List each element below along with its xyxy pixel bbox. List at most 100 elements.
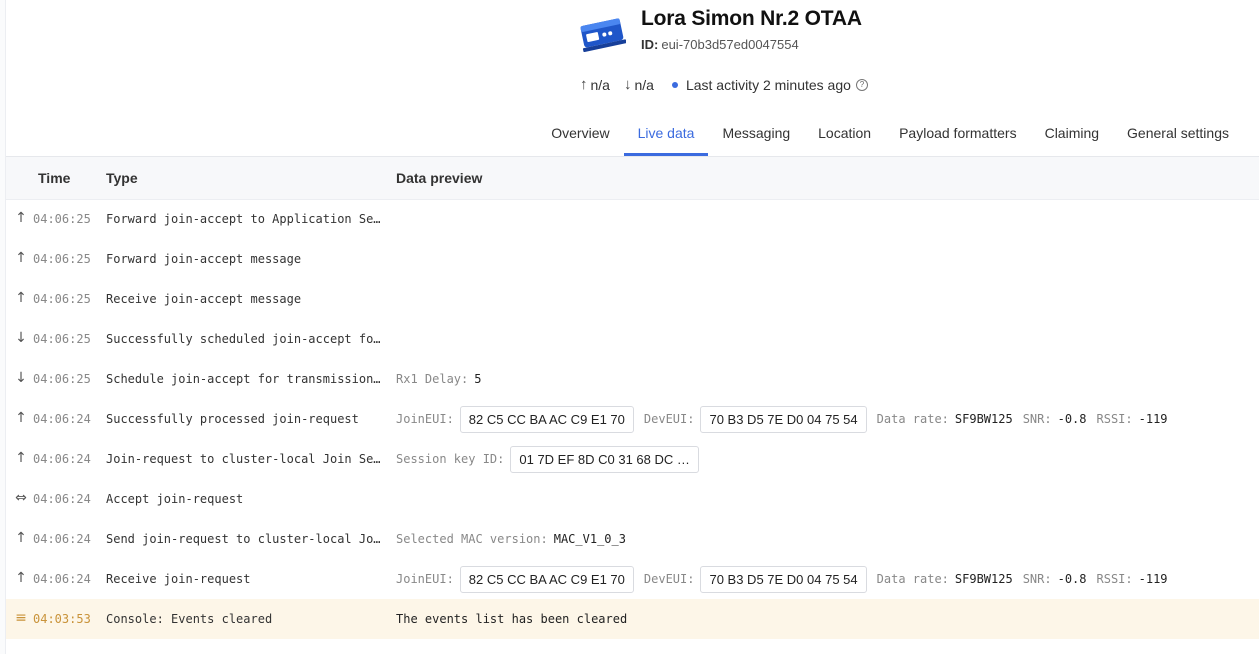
event-type: Receive join-request (106, 572, 251, 586)
event-type: Console: Events cleared (106, 612, 273, 626)
data-rate-value: SF9BW125 (954, 412, 1013, 426)
event-time: 04:06:24 (33, 492, 91, 506)
device-tabs: Overview Live data Messaging Location Pa… (537, 120, 1243, 156)
mac-version-label: Selected MAC version: (396, 532, 548, 546)
data-rate-label: Data rate: (876, 572, 949, 586)
data-rate-value: SF9BW125 (954, 572, 1013, 586)
column-data-preview[interactable]: Data preview (396, 170, 482, 186)
device-id-value: eui-70b3d57ed0047554 (661, 37, 799, 52)
rx1-delay-label: Rx1 Delay: (396, 372, 469, 386)
event-row[interactable]: ↑ 04:06:25 Forward join-accept to Applicat… (6, 199, 1259, 239)
up-arrow-icon: ↑ (15, 570, 27, 586)
tab-overview[interactable]: Overview (537, 120, 623, 156)
event-row[interactable]: ↓ 04:06:25 Schedule join-accept for transm… (6, 359, 1259, 399)
joineui-field[interactable]: 82 C5 CC BA AC C9 E1 70 (459, 405, 634, 433)
snr-label: SNR: (1022, 412, 1052, 426)
device-id-label: ID: (641, 37, 659, 52)
tab-claiming[interactable]: Claiming (1031, 120, 1113, 156)
rssi-value: -119 (1138, 412, 1168, 426)
data-rate-label: Data rate: (876, 412, 949, 426)
event-row[interactable]: ↑ 04:06:24 Send join-request to cluster-lo… (6, 519, 1259, 559)
event-data-preview: The events list has been cleared (396, 605, 637, 633)
event-time: 04:06:24 (33, 412, 91, 426)
up-arrow-icon: ↑ (15, 250, 27, 266)
up-arrow-icon: ↑ (15, 530, 27, 546)
events-list: ↑ 04:06:25 Forward join-accept to Applicat… (6, 199, 1259, 639)
event-data-preview: JoinEUI: 82 C5 CC BA AC C9 E1 70 DevEUI: 70… (396, 405, 1178, 433)
snr-value: -0.8 (1057, 572, 1087, 586)
rssi-value: -119 (1138, 572, 1168, 586)
event-time: 04:06:25 (33, 252, 91, 266)
event-data-preview: JoinEUI: 82 C5 CC BA AC C9 E1 70 DevEUI: 70… (396, 565, 1178, 593)
uplink-count: n/a (590, 76, 610, 93)
column-time[interactable]: Time (38, 170, 70, 186)
device-id: ID: eui-70b3d57ed0047554 (641, 37, 799, 52)
event-time: 04:06:25 (33, 292, 91, 306)
deveui-label: DevEUI: (643, 572, 695, 586)
event-row[interactable]: ↑ 04:06:24 Successfully processed join-req… (6, 399, 1259, 439)
up-arrow-icon: ↑ (580, 76, 588, 93)
link-icon: ⇔ (15, 490, 27, 506)
event-time: 04:06:24 (33, 452, 91, 466)
event-row[interactable]: ↑ 04:06:24 Join-request to cluster-local J… (6, 439, 1259, 479)
snr-value: -0.8 (1057, 412, 1087, 426)
event-row[interactable]: ↑ 04:06:25 Forward join-accept message (6, 239, 1259, 279)
down-arrow-icon: ↓ (15, 370, 27, 386)
joineui-field[interactable]: 82 C5 CC BA AC C9 E1 70 (459, 565, 634, 593)
event-time: 04:03:53 (33, 612, 91, 626)
activity-dot-icon (671, 81, 678, 88)
event-row[interactable]: ⇔ 04:06:24 Accept join-request (6, 479, 1259, 519)
event-lines-icon: ≡ (15, 610, 27, 626)
down-arrow-icon: ↓ (15, 330, 27, 346)
tab-location[interactable]: Location (804, 120, 885, 156)
up-arrow-icon: ↑ (15, 450, 27, 466)
help-icon[interactable]: ? (855, 78, 868, 91)
downlink-stat: ↓ n/a (624, 76, 654, 93)
event-type: Accept join-request (106, 492, 244, 506)
mac-version-value: MAC_V1_0_3 (553, 532, 626, 546)
tab-payload-formatters[interactable]: Payload formatters (885, 120, 1031, 156)
event-row[interactable]: ↓ 04:06:25 Successfully scheduled join-acc… (6, 319, 1259, 359)
joineui-label: JoinEUI: (396, 572, 454, 586)
deveui-field[interactable]: 70 B3 D5 7E D0 04 75 54 (700, 405, 867, 433)
event-data-preview: Selected MAC version: MAC_V1_0_3 (396, 525, 636, 553)
tab-messaging[interactable]: Messaging (708, 120, 804, 156)
last-activity: Last activity 2 minutes ago (685, 76, 851, 93)
event-type: Forward join-accept message (106, 252, 302, 266)
snr-label: SNR: (1022, 572, 1052, 586)
event-row[interactable]: ↑ 04:06:24 Receive join-request JoinEUI: 82 … (6, 559, 1259, 599)
session-key-id-field[interactable]: 01 7D EF 8D C0 31 68 DC … (510, 445, 699, 473)
column-type[interactable]: Type (106, 170, 138, 186)
event-data-preview: Session key ID: 01 7D EF 8D C0 31 68 DC … (396, 445, 709, 473)
rx1-delay-value: 5 (474, 372, 482, 386)
event-time: 04:06:25 (33, 212, 91, 226)
tab-live-data[interactable]: Live data (623, 120, 709, 156)
event-type: Successfully processed join-request (106, 412, 359, 426)
event-type: Receive join-accept message (106, 292, 302, 306)
event-type: Successfully scheduled join-accept fo… (106, 332, 381, 346)
event-type: Join-request to cluster-local Join Se… (106, 452, 381, 466)
rssi-label: RSSI: (1096, 572, 1133, 586)
event-time: 04:06:24 (33, 572, 91, 586)
event-time: 04:06:24 (33, 532, 91, 546)
deveui-field[interactable]: 70 B3 D5 7E D0 04 75 54 (700, 565, 867, 593)
session-key-id-label: Session key ID: (396, 452, 505, 466)
event-type: Forward join-accept to Application Se… (106, 212, 381, 226)
up-arrow-icon: ↑ (15, 290, 27, 306)
rssi-label: RSSI: (1096, 412, 1133, 426)
event-data-preview: Rx1 Delay: 5 (396, 365, 491, 393)
event-message: The events list has been cleared (396, 612, 628, 626)
down-arrow-icon: ↓ (623, 76, 632, 93)
device-stats: ↑ n/a ↓ n/a Last activity 2 minutes ago ? (580, 76, 868, 93)
up-arrow-icon: ↑ (15, 210, 27, 226)
device-icon (580, 18, 626, 52)
event-type: Send join-request to cluster-local Jo… (106, 532, 381, 546)
event-row[interactable]: ↑ 04:06:25 Receive join-accept message (6, 279, 1259, 319)
event-time: 04:06:25 (33, 372, 91, 386)
event-row[interactable]: ≡ 04:03:53 Console: Events cleared The even… (6, 599, 1259, 639)
events-table-header: Time Type Data preview (6, 157, 1259, 200)
downlink-count: n/a (634, 76, 654, 93)
tab-general-settings[interactable]: General settings (1113, 120, 1243, 156)
device-title: Lora Simon Nr.2 OTAA (641, 7, 862, 30)
event-type: Schedule join-accept for transmission… (106, 372, 381, 386)
